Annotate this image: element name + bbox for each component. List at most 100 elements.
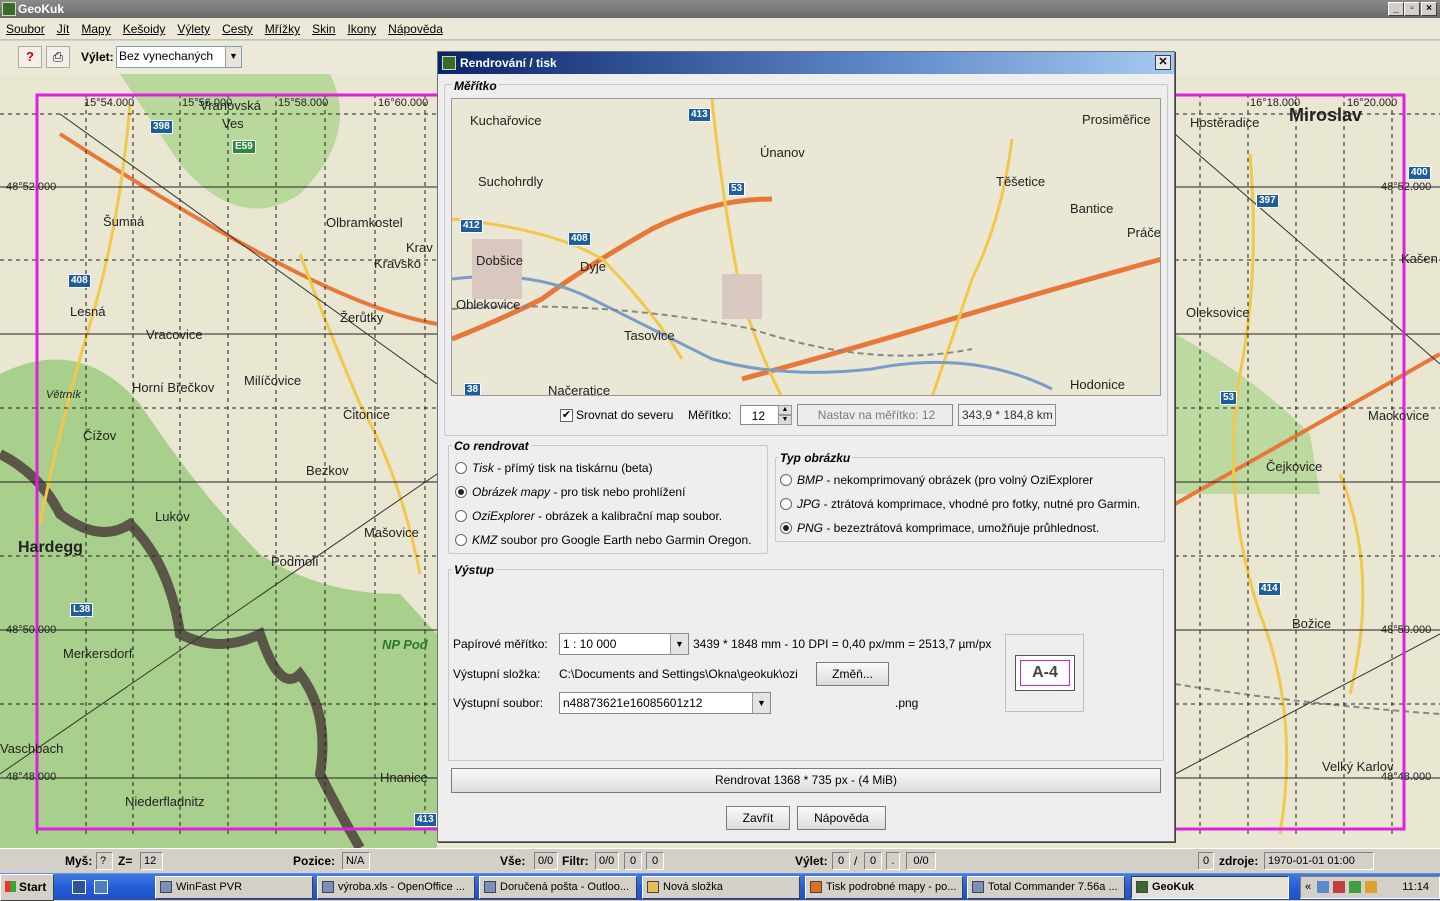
map-place-label: NP Pod	[382, 637, 428, 652]
maximize-button[interactable]: ▫	[1404, 2, 1420, 16]
map-place-label: Vracovice	[146, 327, 203, 342]
road-number: L38	[70, 603, 94, 617]
filter-count-a: 0	[624, 852, 642, 870]
radio-jpg[interactable]	[780, 498, 792, 510]
printer-icon[interactable]: ⎙	[46, 46, 70, 68]
menu-bar: Soubor Jít Mapy Kešoidy Výlety Cesty Mřížky Ski…	[0, 18, 1440, 40]
source-label: zdroje:	[1219, 854, 1259, 868]
tray-icon[interactable]	[1333, 881, 1345, 893]
paper-format-label: A-4	[1020, 660, 1070, 686]
trip-separator: /	[854, 854, 858, 868]
change-folder-button[interactable]: Změň...	[816, 662, 889, 686]
task-openoffice[interactable]: výroba.xls - OpenOffice ...	[317, 876, 475, 899]
road-number: 397	[1256, 194, 1279, 208]
map-place-label: Kašen	[1401, 251, 1438, 266]
menu-skin[interactable]: Skin	[306, 18, 341, 40]
menu-kesoidy[interactable]: Kešoidy	[117, 18, 172, 40]
task-geokuk[interactable]: GeoKuk	[1131, 876, 1289, 899]
map-place-label: Lukov	[155, 509, 190, 524]
position-value: N/A	[342, 852, 370, 870]
firefox-icon	[810, 881, 822, 893]
radio-png[interactable]	[780, 522, 792, 534]
road-number: 400	[1408, 166, 1431, 180]
road-secondary	[710, 99, 783, 395]
menu-vylety[interactable]: Výlety	[171, 18, 216, 40]
render-what-label: Co rendrovat	[452, 439, 531, 453]
menu-napoveda[interactable]: Nápověda	[382, 18, 449, 40]
radio-obrazek-mapy[interactable]	[455, 486, 467, 498]
menu-soubor[interactable]: Soubor	[0, 18, 51, 40]
north-align-checkbox[interactable]: ✔	[560, 409, 573, 422]
help-cursor-icon[interactable]: ?	[18, 46, 42, 68]
tray-icon[interactable]	[1349, 881, 1361, 893]
road-main	[741, 256, 1160, 382]
dialog-title-bar[interactable]: Rendrování / tisk ✕	[438, 52, 1174, 74]
paper-scale-label: Papírové měřítko:	[453, 637, 548, 651]
filter-count-b: 0	[646, 852, 664, 870]
map-preview[interactable]: Kuchařovice Únanov Prosiměřice Suchohrdl…	[451, 98, 1161, 396]
task-winfast[interactable]: WinFast PVR	[155, 876, 313, 899]
option-bmp-label: BMP - nekomprimovaný obrázek (pro volný …	[797, 473, 1094, 487]
map-place-label: Šumná	[103, 214, 145, 229]
scale-spinner[interactable]: 12	[740, 405, 780, 425]
task-firefox[interactable]: Tisk podrobné mapy - po...	[805, 876, 963, 899]
quicklaunch-icon[interactable]	[72, 880, 86, 894]
start-button[interactable]: Start	[0, 874, 54, 901]
menu-jit[interactable]: Jít	[51, 18, 76, 40]
task-total-commander[interactable]: Total Commander 7.56a ...	[967, 876, 1125, 899]
forest-area	[0, 359, 437, 848]
preview-place-label: Načeratice	[548, 383, 611, 396]
radio-tisk[interactable]	[455, 462, 467, 474]
preview-place-label: Bantice	[1070, 201, 1114, 216]
map-coord-label: 16°60.000	[378, 97, 429, 109]
menu-mrizky[interactable]: Mřížky	[259, 18, 306, 40]
task-folder[interactable]: Nová složka	[642, 876, 800, 899]
trip-select[interactable]: Bez vynechaných ▼	[116, 46, 242, 68]
town-area	[722, 274, 762, 319]
render-print-dialog: Rendrování / tisk ✕ Měřítko Kuchařovice …	[437, 51, 1175, 842]
road-number: 414	[1258, 582, 1281, 596]
minimize-button[interactable]: _	[1388, 2, 1404, 16]
render-button[interactable]: Rendrovat 1368 * 735 px - (4 MiB)	[451, 768, 1161, 793]
close-button[interactable]: Zavřít	[726, 806, 790, 830]
spinner-down-icon[interactable]: ▼	[778, 415, 792, 425]
tray-icon[interactable]	[1317, 881, 1329, 893]
map-place-label: Čížov	[83, 428, 117, 443]
radio-oziexplorer[interactable]	[455, 510, 467, 522]
map-coord-label: 48°48.000	[1381, 771, 1432, 783]
radio-kmz[interactable]	[455, 534, 467, 546]
road-number: 398	[150, 120, 173, 134]
clock[interactable]: 11:14	[1402, 877, 1429, 898]
map-place-label: Vranovská	[200, 98, 261, 113]
paper-scale-value: 1 : 10 000	[563, 637, 617, 651]
tray-expand-icon[interactable]: «	[1305, 877, 1311, 898]
preview-place-label: Tasovice	[624, 328, 675, 343]
taskbar: Start WinFast PVR výroba.xls - OpenOffic…	[0, 873, 1440, 901]
help-button[interactable]: Nápověda	[797, 806, 886, 830]
position-label: Pozice:	[293, 854, 336, 868]
paper-scale-select[interactable]: 1 : 10 000 ▼	[559, 633, 689, 655]
preview-place-label: Těšetice	[996, 174, 1046, 189]
preview-place-label: Dyje	[580, 259, 607, 274]
tray-icon[interactable]	[1365, 881, 1377, 893]
map-coord-label: 15°54.000	[84, 97, 135, 109]
preview-place-label: Dobšice	[476, 253, 523, 268]
dialog-close-button[interactable]: ✕	[1155, 55, 1171, 70]
quicklaunch-icon[interactable]	[94, 880, 108, 894]
app-title: GeoKuk	[18, 2, 65, 16]
map-place-label: Podmolí	[271, 554, 319, 569]
file-name-select[interactable]: n48873621e16085601z12 ▼	[559, 692, 771, 714]
spinner-up-icon[interactable]: ▲	[778, 405, 792, 415]
paper-format-frame: A-4	[1015, 655, 1075, 691]
option-jpg-label: JPG - ztrátová komprimace, vhodné pro fo…	[797, 497, 1141, 511]
menu-mapy[interactable]: Mapy	[75, 18, 116, 40]
set-scale-button[interactable]: Nastav na měřítko: 12	[797, 404, 953, 426]
menu-ikony[interactable]: Ikony	[341, 18, 382, 40]
menu-cesty[interactable]: Cesty	[216, 18, 259, 40]
chevron-down-icon: ▼	[225, 47, 241, 67]
task-outlook[interactable]: Doručená pošta - Outloo...	[479, 876, 637, 899]
map-place-label: Vaschbach	[0, 741, 64, 756]
map-place-label: Milíčovice	[244, 373, 302, 388]
close-window-button[interactable]: ×	[1421, 2, 1437, 16]
radio-bmp[interactable]	[780, 474, 792, 486]
